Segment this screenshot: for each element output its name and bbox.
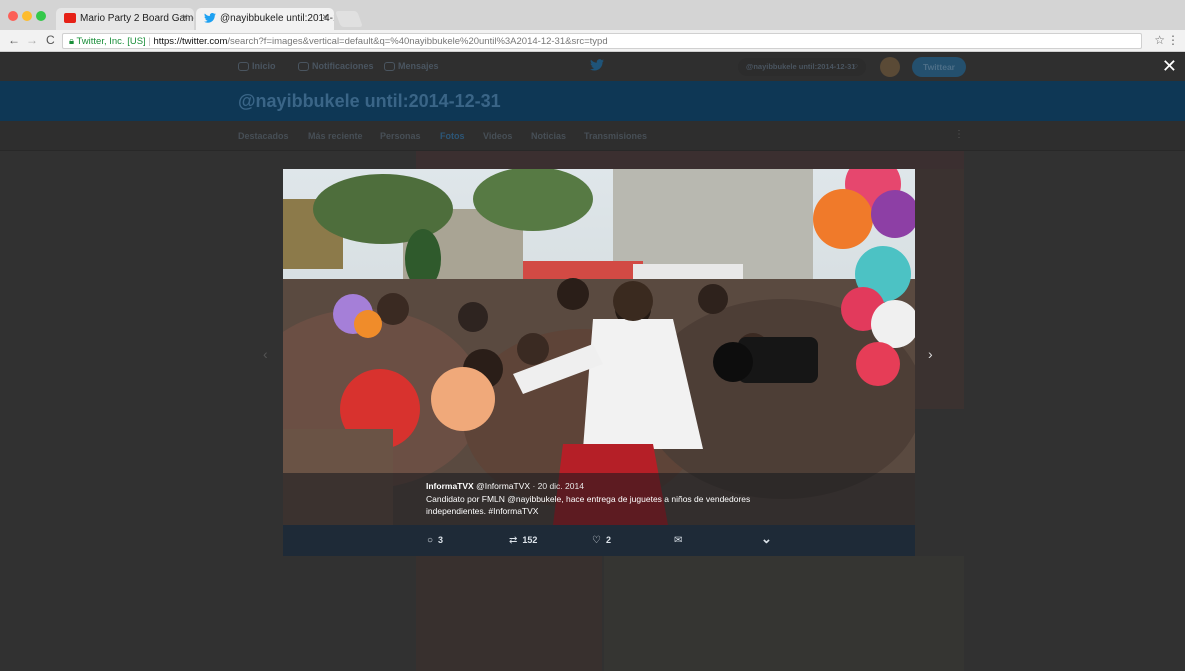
photo-lightbox: InformaTVX @InformaTVX · 20 dic. 2014 Ca… [283, 169, 915, 556]
reply-button[interactable]: ○ 3 [427, 535, 443, 546]
twitter-top-nav: Inicio Notificaciones Mensajes @nayibbuk… [0, 53, 1185, 81]
reply-icon: ○ [427, 535, 434, 546]
tab-transmisiones[interactable]: Transmisiones [584, 131, 647, 141]
background-photo[interactable] [604, 556, 964, 671]
browser-menu-icon[interactable]: ⋮ [1167, 33, 1179, 47]
tab-close-icon[interactable]: × [182, 12, 188, 23]
background-photo[interactable] [416, 556, 602, 671]
background-photo[interactable] [416, 151, 964, 169]
url-host: https://twitter.com [153, 36, 228, 47]
home-icon [238, 62, 249, 72]
heart-icon: ♡ [592, 535, 601, 546]
tweet-photo[interactable] [283, 169, 915, 525]
window-maximize-button[interactable] [36, 11, 46, 21]
forward-icon[interactable]: → [26, 33, 38, 47]
tweet-actions: ○ 3 ⇄ 152 ♡ 2 ✉ ⌄ [283, 525, 915, 556]
tab-noticias[interactable]: Noticias [531, 131, 566, 141]
url-input[interactable]: 🔒︎ Twitter, Inc. [US] | https://twitter.… [62, 33, 1142, 49]
more-options-icon[interactable]: ⋮ [954, 129, 964, 140]
search-filter-tabs: Destacados Más reciente Personas Fotos V… [0, 121, 1185, 151]
nav-messages[interactable]: Mensajes [384, 61, 439, 72]
crowd-photo-image [283, 169, 915, 525]
address-bar: ← → C 🔒︎ Twitter, Inc. [US] | https://tw… [0, 30, 1185, 52]
retweet-button[interactable]: ⇄ 152 [509, 535, 537, 546]
tab-personas[interactable]: Personas [380, 131, 421, 141]
youtube-icon [64, 13, 76, 23]
search-banner: @nayibbukele until:2014-12-31 [0, 81, 1185, 121]
reload-icon[interactable]: C [46, 33, 55, 47]
close-lightbox-icon[interactable]: ✕ [1162, 56, 1177, 77]
search-icon[interactable]: ○ [853, 61, 858, 70]
lock-icon: 🔒︎ [69, 36, 75, 47]
author-name[interactable]: InformaTVX [426, 481, 474, 491]
bell-icon [298, 62, 309, 72]
url-path: /search?f=images&vertical=default&q=%40n… [227, 36, 608, 47]
tab-mas-reciente[interactable]: Más reciente [308, 131, 363, 141]
twitter-logo-icon[interactable] [590, 59, 604, 71]
nav-notifications[interactable]: Notificaciones [298, 61, 374, 72]
back-icon[interactable]: ← [8, 33, 20, 47]
secure-origin-label: Twitter, Inc. [US] [76, 36, 146, 47]
browser-tab-bar: Mario Party 2 Board Game - H × @nayibbuk… [0, 0, 1185, 30]
tab-close-icon[interactable]: × [322, 12, 328, 23]
like-button[interactable]: ♡ 2 [592, 535, 611, 546]
envelope-icon: ✉ [674, 535, 683, 546]
tweet-text: Candidato por FMLN @nayibbukele, hace en… [426, 494, 751, 516]
twitter-bird-icon [204, 13, 216, 23]
new-tab-button[interactable] [335, 11, 363, 27]
avatar[interactable] [880, 57, 900, 77]
retweet-icon: ⇄ [509, 535, 518, 546]
page-title: @nayibbukele until:2014-12-31 [238, 91, 501, 111]
tab-mario-party[interactable]: Mario Party 2 Board Game - H × [56, 8, 194, 30]
tab-videos[interactable]: Videos [483, 131, 512, 141]
author-handle[interactable]: @InformaTVX [476, 481, 530, 491]
direct-message-button[interactable]: ✉ [674, 535, 687, 546]
window-close-button[interactable] [8, 11, 18, 21]
nav-home[interactable]: Inicio [238, 61, 276, 72]
bookmark-star-icon[interactable]: ☆ [1154, 33, 1165, 47]
tab-destacados[interactable]: Destacados [238, 131, 289, 141]
tab-title: @nayibbukele until:2014-12-3 [220, 13, 334, 24]
next-photo-icon[interactable]: › [928, 346, 933, 362]
window-minimize-button[interactable] [22, 11, 32, 21]
twitter-search-input[interactable]: @nayibbukele until:2014-12-31 ○ [738, 58, 866, 76]
tab-fotos[interactable]: Fotos [440, 131, 465, 141]
tweet-date[interactable]: · 20 dic. 2014 [532, 481, 584, 491]
tweet-header: InformaTVX @InformaTVX · 20 dic. 2014 [426, 481, 584, 491]
background-photo[interactable] [915, 169, 964, 409]
envelope-icon [384, 62, 395, 72]
tweet-button[interactable]: Twittear [912, 57, 966, 77]
previous-photo-icon[interactable]: ‹ [263, 346, 268, 362]
tab-title: Mario Party 2 Board Game - H [80, 13, 194, 24]
tab-twitter-search[interactable]: @nayibbukele until:2014-12-3 × [196, 8, 334, 30]
more-icon[interactable]: ⌄ [761, 531, 772, 547]
